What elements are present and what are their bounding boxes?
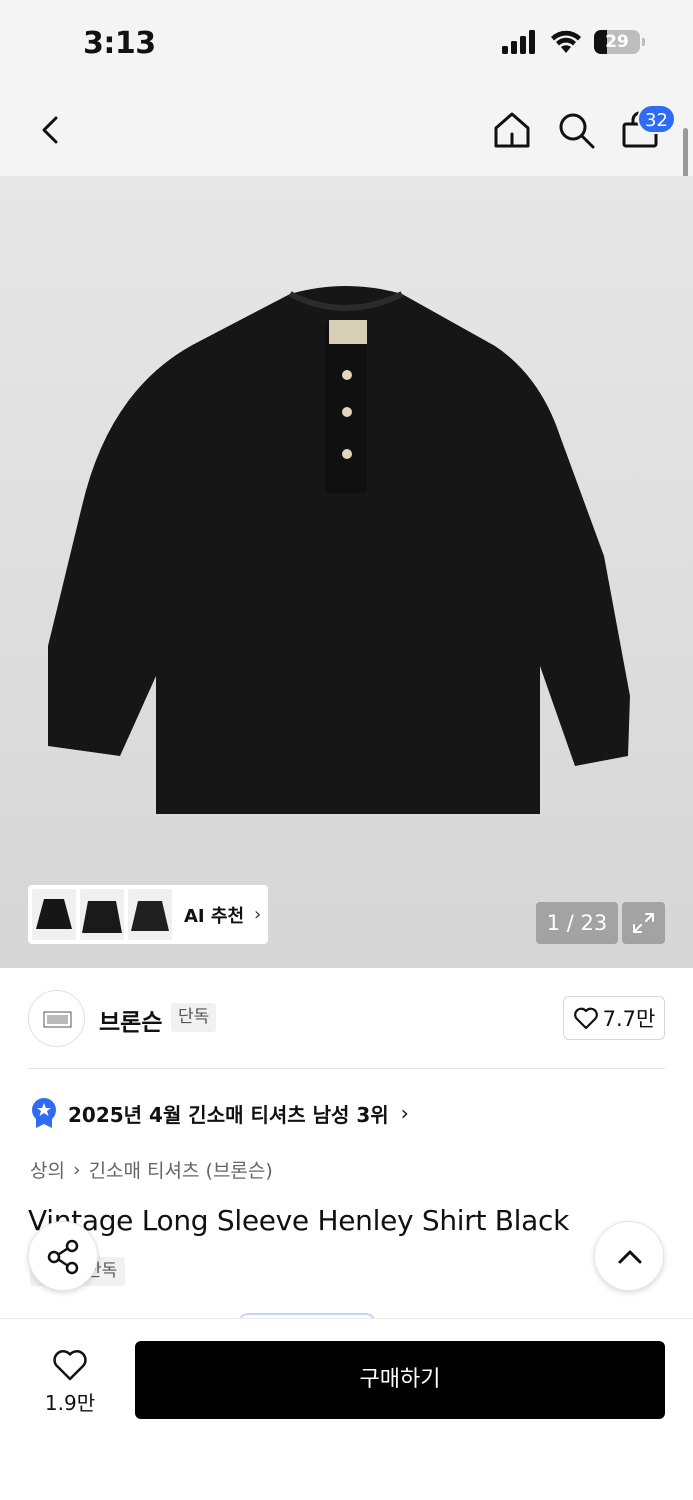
breadcrumb-subcategory[interactable]: 긴소매 티셔츠 (브론슨) <box>89 1156 273 1183</box>
search-icon[interactable] <box>554 108 598 152</box>
heart-icon <box>573 1007 598 1030</box>
product-image-gallery[interactable]: AI 추천 › 1 / 23 <box>0 176 693 968</box>
product-photo <box>48 286 630 814</box>
nav-bar <box>0 90 693 176</box>
breadcrumb: 상의 › 긴소매 티셔츠 (브론슨) <box>30 1156 273 1183</box>
brand-logo[interactable] <box>28 990 85 1047</box>
battery-cap <box>642 38 645 46</box>
ai-recommendation[interactable]: AI 추천 › <box>28 885 268 944</box>
wish-count: 1.9만 <box>44 1391 96 1415</box>
chevron-left-icon[interactable] <box>30 108 74 152</box>
share-button[interactable] <box>28 1221 98 1291</box>
ai-thumbnail[interactable] <box>80 889 124 940</box>
bottom-bar: 1.9만 구매하기 <box>0 1318 693 1500</box>
scroll-to-top-button[interactable] <box>594 1221 664 1291</box>
brand-exclusive-tag: 단독 <box>171 1003 217 1032</box>
breadcrumb-category[interactable]: 상의 <box>30 1156 65 1183</box>
divider <box>28 1068 665 1069</box>
ranking-link[interactable]: 2025년 4월 긴소매 티셔츠 남성 3위 › <box>30 1097 409 1129</box>
ai-thumbnail[interactable] <box>32 889 76 940</box>
heart-icon <box>53 1350 87 1381</box>
chevron-up-icon <box>618 1250 642 1264</box>
signal-icon <box>502 30 535 54</box>
ranking-badge-icon <box>32 1098 56 1128</box>
battery-icon: 29 <box>594 30 640 54</box>
chevron-right-icon: › <box>254 904 262 925</box>
image-counter: 1 / 23 <box>536 902 618 944</box>
status-bar: 3:13 29 <box>0 0 693 90</box>
battery-level: 29 <box>605 32 629 52</box>
home-icon[interactable] <box>490 108 534 152</box>
cart-badge: 32 <box>637 104 676 134</box>
ai-thumbnail[interactable] <box>128 889 172 940</box>
ai-recommendation-label: AI 추천 <box>184 905 245 927</box>
expand-icon[interactable] <box>622 902 665 944</box>
share-icon <box>47 1239 79 1275</box>
wifi-icon <box>551 30 581 53</box>
wish-button[interactable]: 1.9만 <box>30 1341 110 1421</box>
brand-name[interactable]: 브론슨 <box>99 1003 162 1037</box>
status-icons: 29 <box>502 30 645 54</box>
status-time: 3:13 <box>83 26 156 61</box>
chevron-right-icon: › <box>72 1158 81 1181</box>
buy-button[interactable]: 구매하기 <box>135 1341 665 1419</box>
chevron-right-icon: › <box>400 1101 409 1125</box>
product-title: Vintage Long Sleeve Henley Shirt Black <box>28 1204 570 1237</box>
ranking-text: 2025년 4월 긴소매 티셔츠 남성 3위 <box>68 1102 389 1127</box>
brand-like-button[interactable]: 7.7만 <box>563 996 665 1040</box>
brand-like-count: 7.7만 <box>602 1007 656 1031</box>
